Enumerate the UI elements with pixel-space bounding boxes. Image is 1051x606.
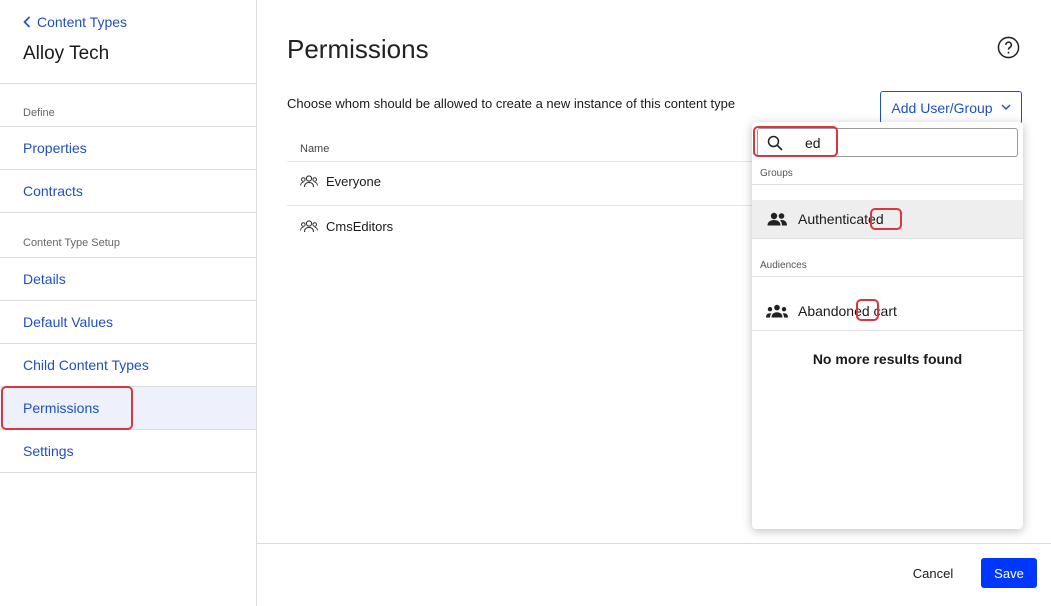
cancel-button[interactable]: Cancel [903, 558, 963, 588]
sidebar-item-default-values[interactable]: Default Values [0, 301, 256, 344]
help-icon[interactable] [997, 36, 1020, 59]
divider [257, 543, 1051, 544]
divider [752, 184, 1023, 185]
sidebar-item-contracts[interactable]: Contracts [0, 170, 256, 213]
audience-icon [766, 304, 788, 318]
sidebar-item-details[interactable]: Details [0, 258, 256, 301]
permissions-description: Choose whom should be allowed to create … [287, 96, 736, 111]
divider [752, 276, 1023, 277]
column-header-name: Name [300, 143, 330, 155]
add-user-group-button[interactable]: Add User/Group [880, 91, 1022, 124]
dropdown-item-label: Abandoned cart [798, 303, 897, 319]
user-group-icon [300, 220, 318, 233]
search-input[interactable]: ed [757, 128, 1018, 157]
chevron-down-icon [1001, 104, 1011, 110]
groups-section-label: Groups [760, 168, 793, 179]
sidebar-item-properties[interactable]: Properties [0, 127, 256, 170]
permission-name: CmsEditors [326, 219, 394, 234]
add-user-group-label: Add User/Group [891, 99, 993, 116]
no-results-message: No more results found [812, 351, 963, 367]
divider [287, 205, 757, 206]
group-icon [767, 212, 787, 226]
section-define-label: Define [23, 107, 55, 119]
permission-name: Everyone [326, 174, 381, 189]
divider [287, 161, 757, 162]
divider [752, 238, 1023, 239]
page-title: Permissions [287, 34, 429, 64]
sidebar-item-permissions[interactable]: Permissions [0, 387, 256, 430]
section-setup-label: Content Type Setup [23, 237, 121, 249]
divider [752, 330, 1023, 331]
chevron-left-icon [23, 16, 31, 28]
audiences-section-label: Audiences [760, 260, 807, 271]
dropdown-item-audience[interactable]: Abandoned cart [752, 292, 1023, 330]
content-type-title: Alloy Tech [23, 43, 110, 64]
dropdown-item-label: Authenticated [798, 211, 884, 227]
sidebar: Content Types Alloy Tech Define Properti… [0, 0, 257, 606]
divider [0, 83, 257, 84]
search-icon [767, 135, 783, 151]
back-to-content-types-link[interactable]: Content Types [23, 14, 127, 30]
search-input-value: ed [805, 135, 821, 151]
back-link-label: Content Types [37, 14, 128, 30]
sidebar-item-child-content-types[interactable]: Child Content Types [0, 344, 256, 387]
dropdown-item-group[interactable]: Authenticated [752, 200, 1023, 238]
save-button[interactable]: Save [981, 558, 1037, 588]
user-group-icon [300, 175, 318, 188]
sidebar-item-settings[interactable]: Settings [0, 430, 256, 473]
user-group-dropdown: ed Groups Authenticated Audiences Abando… [752, 122, 1023, 529]
permission-row[interactable]: CmsEditors [300, 219, 393, 234]
permission-row[interactable]: Everyone [300, 174, 381, 189]
